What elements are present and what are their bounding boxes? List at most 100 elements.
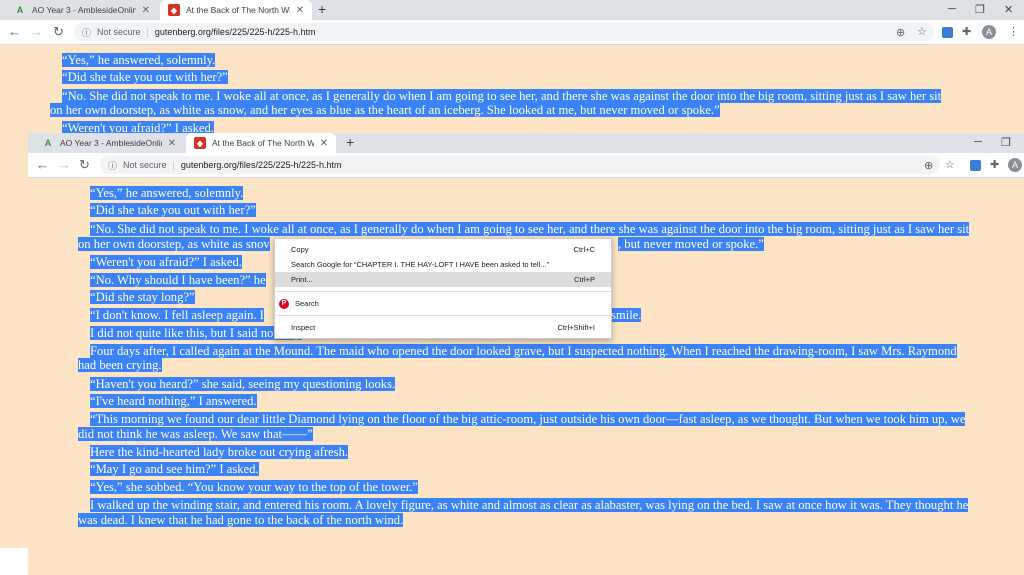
- paragraph: did not think he was asleep. We saw that…: [78, 427, 313, 441]
- paragraph: “No. She did not speak to me. I woke all…: [90, 222, 970, 236]
- menu-item-copy[interactable]: Copy Ctrl+C: [275, 242, 611, 257]
- not-secure-label: Not secure: [123, 160, 167, 170]
- menu-item-shortcut: Ctrl+C: [573, 245, 595, 254]
- paragraph: “Haven't you heard?” she said, seeing my…: [90, 377, 396, 391]
- back-address-bar[interactable]: ⓘ Not secure | gutenberg.org/files/225/2…: [74, 23, 934, 41]
- paragraph: “No. She did not speak to me. I woke all…: [62, 89, 942, 103]
- front-tab-ao[interactable]: A AO Year 3 - AmblesideOnline.org ✕: [34, 133, 184, 153]
- pinterest-icon: P: [279, 298, 289, 309]
- avatar[interactable]: A: [1008, 158, 1022, 172]
- front-address-bar[interactable]: ⓘ Not secure | gutenberg.org/files/225/2…: [100, 156, 940, 174]
- menu-item-label: Print...: [291, 275, 313, 284]
- reload-icon[interactable]: ↻: [79, 157, 90, 173]
- info-icon: ⓘ: [108, 160, 118, 171]
- front-toolbar: ← → ↻ ⓘ Not secure | gutenberg.org/files…: [28, 153, 1024, 178]
- forward-arrow-icon[interactable]: →: [30, 24, 43, 39]
- front-tab-gutenberg-title: At the Back of The North Wind, by: [212, 138, 314, 148]
- menu-item-print[interactable]: Print... Ctrl+P: [275, 272, 611, 287]
- new-tab-icon[interactable]: +: [318, 1, 326, 17]
- paragraph: “This morning we found our dear little D…: [90, 412, 966, 426]
- url-text: gutenberg.org/files/225/225-h/225-h.htm: [180, 160, 342, 170]
- minimize-icon[interactable]: ─: [948, 3, 956, 15]
- paragraph: “Did she stay long?”: [90, 290, 195, 304]
- front-browser-window: A AO Year 3 - AmblesideOnline.org ✕ ◆ At…: [28, 133, 1024, 575]
- back-tab-gutenberg[interactable]: ◆ At the Back of The North Wind, by ✕: [160, 0, 312, 20]
- url-text: gutenberg.org/files/225/225-h/225-h.htm: [154, 27, 316, 37]
- gutenberg-icon: ◆: [194, 137, 206, 149]
- back-arrow-icon[interactable]: ←: [36, 157, 49, 172]
- puzzle-icon[interactable]: ✚: [990, 158, 999, 171]
- info-icon: ⓘ: [82, 27, 92, 38]
- menu-divider: [275, 315, 611, 316]
- back-tab-strip: A AO Year 3 - AmblesideOnline.org ✕ ◆ At…: [0, 0, 1024, 20]
- menu-item-shortcut: Ctrl+Shift+I: [557, 323, 595, 332]
- paragraph: Four days after, I called again at the M…: [90, 344, 957, 358]
- context-menu: Copy Ctrl+C Search Google for “CHAPTER I…: [274, 238, 612, 339]
- menu-item-label: Inspect: [291, 323, 316, 332]
- menu-item-pinterest-search[interactable]: P Search: [275, 296, 611, 311]
- back-tab-gutenberg-title: At the Back of The North Wind, by: [186, 5, 290, 15]
- paragraph: on her own doorstep, as white as snow, a…: [50, 103, 720, 117]
- paragraph-fragment: smile.: [611, 308, 642, 322]
- paragraph: “No. Why should I have been?” he: [90, 273, 266, 287]
- menu-item-label: Search: [295, 299, 319, 308]
- not-secure-label: Not secure: [97, 27, 141, 37]
- extension-icon[interactable]: [942, 27, 953, 38]
- paragraph: “Yes,” she sobbed. “You know your way to…: [90, 480, 418, 494]
- reload-icon[interactable]: ↻: [53, 24, 64, 40]
- paragraph: “Did she take you out with her?”: [62, 70, 228, 84]
- menu-divider: [275, 291, 611, 292]
- paragraph: “I don't know. I fell asleep again. I: [90, 308, 264, 322]
- extension-icon[interactable]: [970, 160, 981, 171]
- zoom-icon[interactable]: ⊕: [924, 159, 933, 172]
- forward-arrow-icon[interactable]: →: [58, 157, 71, 172]
- ao-icon: A: [16, 5, 24, 15]
- gutenberg-icon: ◆: [168, 4, 180, 16]
- menu-item-search-google[interactable]: Search Google for “CHAPTER I. THE HAY-LO…: [275, 257, 611, 272]
- menu-item-shortcut: Ctrl+P: [573, 275, 595, 284]
- close-icon[interactable]: ✕: [142, 5, 150, 16]
- paragraph: on her own doorstep, as white as snov: [78, 237, 270, 251]
- separator: |: [146, 27, 149, 37]
- zoom-icon[interactable]: ⊕: [896, 26, 905, 39]
- close-window-icon[interactable]: ✕: [1004, 3, 1013, 16]
- new-tab-icon[interactable]: +: [346, 134, 354, 150]
- paragraph-fragment: , but never moved or spoke.”: [618, 237, 764, 251]
- avatar[interactable]: A: [982, 25, 996, 39]
- paragraph: “Weren't you afraid?” I asked.: [90, 255, 242, 269]
- puzzle-icon[interactable]: ✚: [962, 25, 971, 38]
- minimize-icon[interactable]: ─: [974, 136, 982, 148]
- star-icon[interactable]: ☆: [945, 158, 955, 171]
- front-tab-gutenberg[interactable]: ◆ At the Back of The North Wind, by ✕: [186, 133, 336, 153]
- front-tab-ao-title: AO Year 3 - AmblesideOnline.org: [60, 138, 162, 148]
- close-icon[interactable]: ✕: [168, 138, 176, 149]
- star-icon[interactable]: ☆: [917, 25, 927, 38]
- menu-item-label: Copy: [291, 245, 309, 254]
- menu-item-label: Search Google for “CHAPTER I. THE HAY-LO…: [291, 260, 550, 269]
- kebab-menu-icon[interactable]: ⋮: [1008, 25, 1019, 38]
- front-tab-strip: A AO Year 3 - AmblesideOnline.org ✕ ◆ At…: [28, 133, 1024, 153]
- close-icon[interactable]: ✕: [320, 138, 328, 149]
- back-tab-ao[interactable]: A AO Year 3 - AmblesideOnline.org ✕: [6, 0, 158, 20]
- restore-icon[interactable]: ❐: [975, 3, 985, 16]
- ao-icon: A: [44, 138, 52, 148]
- paragraph: had been crying.: [78, 358, 162, 372]
- back-tab-ao-title: AO Year 3 - AmblesideOnline.org: [32, 5, 136, 15]
- paragraph: “Did she take you out with her?”: [90, 203, 256, 217]
- front-page-content: “Yes,” he answered, solemnly. “Did she t…: [28, 177, 1024, 575]
- close-icon[interactable]: ✕: [296, 5, 304, 16]
- back-arrow-icon[interactable]: ←: [8, 24, 21, 39]
- paragraph: I walked up the winding stair, and enter…: [90, 498, 969, 512]
- menu-item-inspect[interactable]: Inspect Ctrl+Shift+I: [275, 320, 611, 335]
- restore-icon[interactable]: ❐: [1001, 136, 1011, 149]
- paragraph: was dead. I knew that he had gone to the…: [78, 513, 404, 527]
- paragraph: “May I go and see him?” I asked.: [90, 462, 259, 476]
- paragraph: I did not quite like this, but I said no…: [90, 326, 303, 340]
- back-toolbar: ← → ↻ ⓘ Not secure | gutenberg.org/files…: [0, 20, 1024, 45]
- desktop-gap: [0, 548, 28, 575]
- paragraph: “I've heard nothing,” I answered.: [90, 394, 257, 408]
- paragraph: “Yes,” he answered, solemnly.: [90, 186, 244, 200]
- separator: |: [172, 160, 175, 170]
- paragraph: Here the kind-hearted lady broke out cry…: [90, 445, 349, 459]
- paragraph: “Yes,” he answered, solemnly.: [62, 53, 216, 67]
